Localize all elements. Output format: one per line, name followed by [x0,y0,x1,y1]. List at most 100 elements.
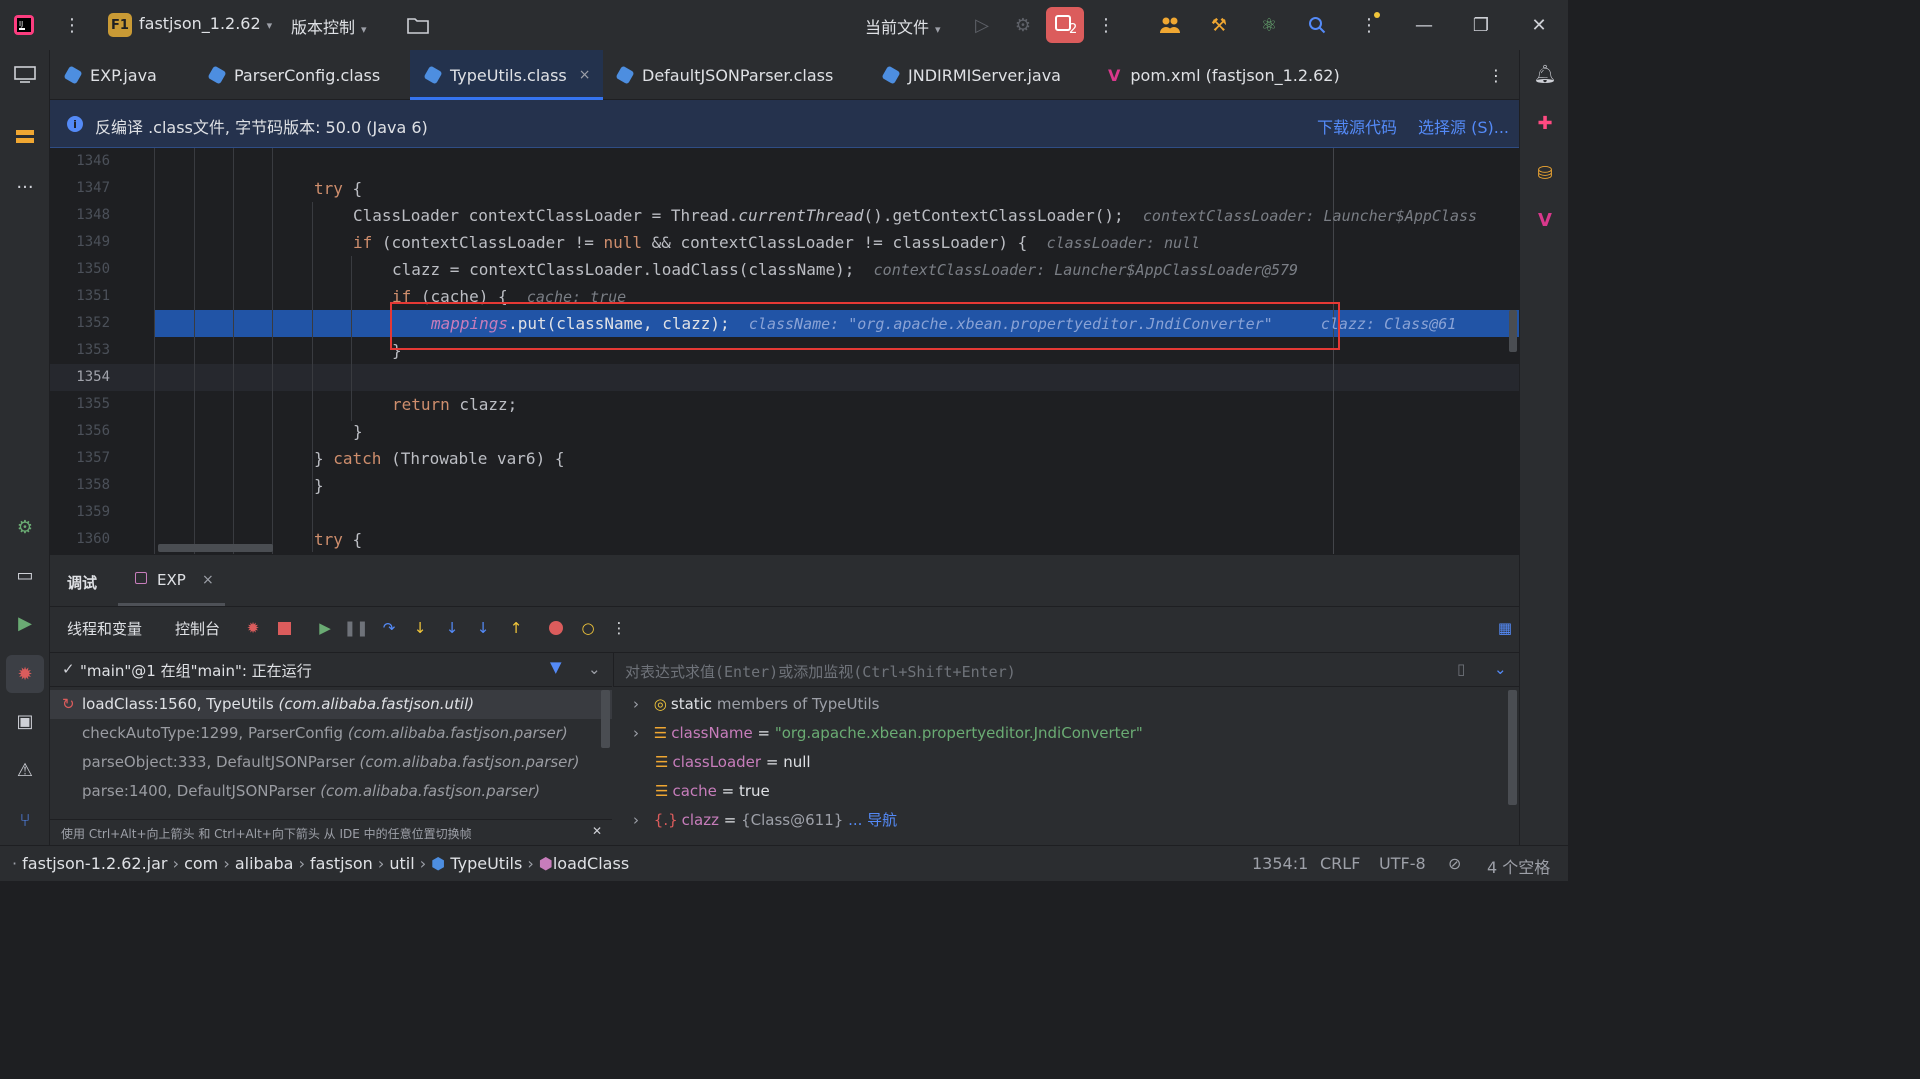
close-session-icon[interactable]: × [202,572,214,588]
filter-icon[interactable]: ▼ [550,658,562,676]
rerun-debug-icon[interactable]: ✹ [242,617,264,639]
debug-tool-icon[interactable]: ✹ [6,655,44,693]
more-debug-actions-icon[interactable]: ⋮ [608,617,630,639]
tab-defaultjsonparser[interactable]: DefaultJSONParser.class [615,50,833,100]
mute-breakpoints-icon[interactable]: ○ [577,617,599,639]
archive-icon[interactable]: ▭ [10,560,40,590]
terminal-icon[interactable]: ▣ [10,706,40,736]
bookmark-icon[interactable]: ▯ [1457,660,1465,678]
frame-item[interactable]: checkAutoType:1299, ParserConfig (com.al… [50,719,612,748]
tab-overflow-icon[interactable]: ⋮ [1488,50,1504,100]
close-window-icon[interactable]: ✕ [1526,12,1552,38]
tab-typeutils[interactable]: TypeUtils.class × [410,50,603,100]
project-view-icon[interactable] [10,59,40,89]
tab-exp-java[interactable]: EXP.java [63,50,157,100]
services-gear-icon[interactable]: ⚙ [10,512,40,542]
navigate-link[interactable]: ... 导航 [848,811,897,829]
project-badge[interactable]: F1 [108,13,132,37]
var-static-members[interactable]: › ◎ static members of TypeUtils [633,690,880,719]
resume-icon[interactable]: ▶ [314,617,336,639]
file-encoding[interactable]: UTF-8 [1379,854,1426,873]
breadcrumb-item[interactable]: fastjson-1.2.62.jar [22,854,167,873]
view-breakpoints-icon[interactable] [545,617,567,639]
breadcrumb-item[interactable]: loadClass [553,854,629,873]
expression-bar[interactable]: 对表达式求值(Enter)或添加监视(Ctrl+Shift+Enter) ▯ ⌄ [613,653,1519,687]
breadcrumb-item[interactable]: com [184,854,218,873]
close-tab-icon[interactable]: × [579,67,591,83]
problems-tool-icon[interactable]: ⚠ [10,755,40,785]
smart-step-into-icon[interactable]: ↓ [472,617,494,639]
stop-icon[interactable] [273,617,295,639]
expand-chevron-icon[interactable]: › [633,695,639,713]
tab-pom-xml[interactable]: Vpom.xml (fastjson_1.2.62) [1108,50,1340,100]
search-icon[interactable] [1304,12,1330,38]
chevron-down-icon[interactable]: ⌄ [588,660,601,678]
chevron-down-icon[interactable]: ⌄ [1494,660,1507,678]
line-separator[interactable]: CRLF [1320,854,1360,873]
download-sources-link[interactable]: 下载源代码 [1317,114,1397,138]
vcs-selector[interactable]: 版本控制 ▾ [291,14,367,38]
folder-icon[interactable] [405,12,431,38]
var-classname[interactable]: › ☰ className = "org.apache.xbean.propert… [633,719,1143,748]
expand-chevron-icon[interactable]: › [633,724,639,742]
project-selector[interactable]: fastjson_1.2.62 ▾ [139,14,272,33]
code-with-me-icon[interactable] [1157,12,1183,38]
frames-scrollbar[interactable] [601,690,610,748]
variables-scrollbar[interactable] [1508,690,1517,805]
var-cache[interactable]: ☰ cache = true [655,777,770,806]
session-tab-exp[interactable]: EXP × [118,555,225,606]
frame-item[interactable]: parse:1400, DefaultJSONParser (com.aliba… [50,777,612,806]
step-into-icon[interactable]: ↓ [409,617,431,639]
horizontal-scrollbar[interactable] [158,544,273,552]
more-tools-icon[interactable]: ··· [10,172,40,202]
ai-chat-icon[interactable]: ✚ [1530,108,1560,138]
structure-icon[interactable] [10,122,40,152]
git-icon[interactable]: ⑂ [10,805,40,835]
notifications-icon[interactable]: 🔔︎ [1530,59,1560,89]
tab-console[interactable]: 控制台 [175,618,220,639]
pause-icon[interactable]: ❚❚ [343,617,368,639]
main-menu-icon[interactable]: ⋮ [59,12,85,38]
var-clazz[interactable]: › {.} clazz = {Class@611} ... 导航 [633,806,897,835]
breadcrumb-item[interactable]: TypeUtils [450,854,522,873]
build-tools-icon[interactable]: ⚒ [1206,12,1232,38]
breadcrumb-item[interactable]: alibaba [235,854,294,873]
ai-assistant-icon[interactable]: ⚛ [1256,12,1282,38]
expression-input[interactable]: 对表达式求值(Enter)或添加监视(Ctrl+Shift+Enter) [625,661,1016,682]
maven-icon[interactable]: V [1530,205,1560,235]
run-icon[interactable]: ▷ [969,12,995,38]
more-actions-icon[interactable]: ⋮ [1093,12,1119,38]
restore-icon[interactable]: ❐ [1468,12,1494,38]
var-classloader[interactable]: ☰ classLoader = null [655,748,811,777]
expand-chevron-icon[interactable]: › [633,811,639,829]
minimize-icon[interactable]: — [1411,12,1437,38]
tab-jndirmiserver[interactable]: JNDIRMIServer.java [881,50,1061,100]
tab-parserconfig[interactable]: ParserConfig.class [207,50,380,100]
layout-options-icon[interactable]: ▦ [1494,617,1516,639]
debug-icon[interactable]: ⚙ [1010,12,1036,38]
line-number: 1356 [76,423,110,439]
indent-setting[interactable]: 4 个空格 [1487,854,1550,878]
class-file-icon [207,65,227,85]
breadcrumb-item[interactable]: fastjson [310,854,373,873]
step-out-icon[interactable]: ↑ [505,617,527,639]
choose-sources-link[interactable]: 选择源 (S)... [1418,114,1509,138]
vertical-scrollbar[interactable] [1509,310,1517,352]
close-tip-icon[interactable]: ✕ [592,824,602,838]
database-icon[interactable]: ⛁ [1530,158,1560,188]
breadcrumb-item[interactable]: util [389,854,414,873]
step-over-icon[interactable]: ↷ [378,617,400,639]
intellij-logo-icon[interactable]: IJ [11,12,37,38]
force-step-into-icon[interactable]: ↓ [441,617,463,639]
frame-item[interactable]: ↻ loadClass:1560, TypeUtils (com.alibaba… [50,690,612,719]
tab-threads-variables[interactable]: 线程和变量 [67,618,142,639]
read-only-icon[interactable]: ⊘ [1448,854,1461,873]
run-tool-icon[interactable]: ▶ [10,608,40,638]
settings-updates-icon[interactable]: ⋮ [1356,12,1382,38]
caret-position[interactable]: 1354:1 [1252,854,1308,873]
thread-selector[interactable]: ✓ "main"@1 在组"main": 正在运行 ▼ ⌄ [50,653,612,687]
problems-button[interactable]: 2 [1046,7,1084,43]
code-editor[interactable]: 1346 1347 1348 1349 1350 1351 1352 1353 … [50,148,1519,554]
frame-item[interactable]: parseObject:333, DefaultJSONParser (com.… [50,748,612,777]
run-config-selector[interactable]: 当前文件 ▾ [865,14,941,38]
